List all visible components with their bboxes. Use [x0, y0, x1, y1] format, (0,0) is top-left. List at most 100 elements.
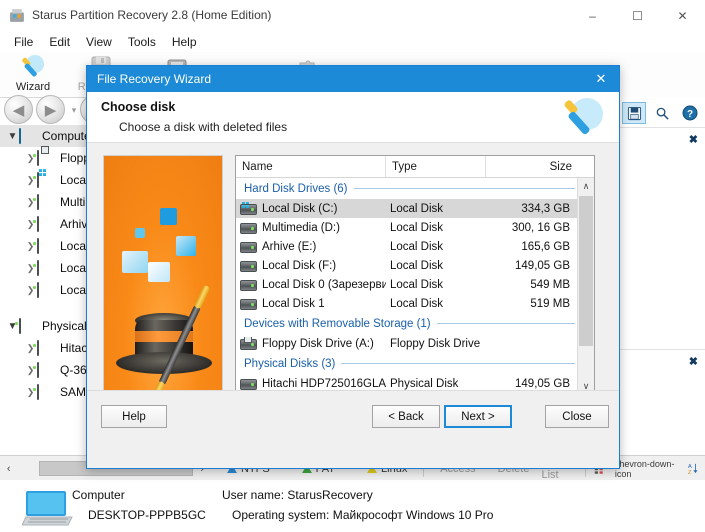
back-button[interactable]: < Back — [372, 405, 440, 428]
window-controls: – ☐ ✕ — [570, 0, 705, 31]
disk-icon — [240, 242, 257, 253]
search-icon-button[interactable] — [650, 102, 674, 124]
scrollbar-thumb[interactable] — [579, 196, 593, 346]
dialog-header: Choose disk Choose a disk with deleted f… — [87, 92, 619, 143]
help-button[interactable]: Help — [101, 405, 167, 428]
toolbar-label-wizard: Wizard — [15, 81, 51, 93]
column-header-type[interactable]: Type — [386, 156, 486, 177]
cell-name: Arhive (E:) — [262, 240, 317, 253]
magic-wand-icon — [22, 55, 44, 77]
cell-name: Local Disk (C:) — [262, 202, 338, 215]
scroll-up-icon[interactable]: ∧ — [578, 178, 594, 195]
minimize-button[interactable]: – — [570, 0, 615, 31]
cell-type: Local Disk — [390, 297, 444, 310]
table-row[interactable]: Local Disk 0 (Зарезервиро… Local Disk 54… — [236, 275, 594, 294]
tree-item-label: Local — [60, 173, 89, 187]
group-rule — [353, 188, 576, 189]
group-label: Physical Disks (3) — [244, 357, 336, 370]
dialog-footer: Help < Back Next > Close — [87, 390, 619, 443]
menu-item-view[interactable]: View — [78, 33, 120, 51]
nav-forward-button[interactable]: ▶ — [36, 95, 65, 124]
computer-icon — [19, 127, 37, 144]
cell-type: Local Disk — [390, 221, 444, 234]
disk-icon — [240, 280, 257, 291]
cell-name: Hitachi HDP725016GLA380 — [262, 377, 386, 390]
disk-icon — [37, 237, 55, 254]
cell-size: 549 MB — [530, 278, 570, 291]
cell-size: 149,05 GB — [515, 259, 570, 272]
expander-icon[interactable]: ▼ — [6, 131, 19, 142]
dialog-close-button[interactable]: ✕ — [583, 66, 619, 92]
nav-history-dropdown[interactable]: ▾ — [68, 105, 80, 117]
group-rule — [341, 363, 576, 364]
panel-close-icon-2[interactable]: ✖ — [689, 355, 698, 368]
close-button[interactable]: ✕ — [660, 0, 705, 31]
help-icon-button[interactable]: ? — [678, 102, 702, 124]
status-bar: Computer DESKTOP-PPPB5GC User name: Star… — [0, 480, 705, 532]
group-label: Hard Disk Drives (6) — [244, 182, 348, 195]
table-row[interactable]: Floppy Disk Drive (A:) Floppy Disk Drive — [236, 334, 594, 353]
cell-type: Local Disk — [390, 240, 444, 253]
nav-back-button[interactable]: ◀ — [4, 95, 33, 124]
puzzle-piece-icon — [160, 208, 177, 225]
disk-list-header: Name Type Size — [236, 156, 594, 178]
column-header-size[interactable]: Size — [486, 156, 578, 177]
top-hat-icon — [116, 284, 212, 394]
table-row[interactable]: Arhive (E:) Local Disk 165,6 GB — [236, 237, 594, 256]
svg-text:?: ? — [687, 109, 693, 120]
save-icon-button[interactable] — [622, 102, 646, 124]
dialog-close-action-button[interactable]: Close — [545, 405, 609, 428]
menu-item-tools[interactable]: Tools — [120, 33, 164, 51]
disk-list-body[interactable]: Hard Disk Drives (6) ∧ Local Disk (C:) L… — [236, 178, 594, 395]
cell-type: Floppy Disk Drive — [390, 337, 481, 350]
group-header-physical-disks[interactable]: Physical Disks (3) ∧ — [236, 353, 594, 374]
help-icon: ? — [682, 105, 698, 121]
vertical-scrollbar[interactable]: ∧ ∨ — [577, 178, 594, 395]
toolbar-button-wizard[interactable]: Wizard — [2, 54, 64, 96]
forward-arrow-icon: ▶ — [44, 101, 57, 119]
puzzle-piece-icon — [148, 262, 170, 282]
menu-item-file[interactable]: File — [6, 33, 41, 51]
cell-size: 300, 16 GB — [511, 221, 570, 234]
table-row[interactable]: Local Disk 1 Local Disk 519 MB — [236, 294, 594, 313]
application-window: Starus Partition Recovery 2.8 (Home Edit… — [0, 0, 705, 532]
menu-bar: File Edit View Tools Help — [0, 31, 705, 52]
table-row[interactable]: Multimedia (D:) Local Disk 300, 16 GB — [236, 218, 594, 237]
back-arrow-icon: ◀ — [12, 101, 25, 119]
menu-item-edit[interactable]: Edit — [41, 33, 78, 51]
panel-close-icon[interactable]: ✖ — [689, 133, 698, 146]
table-row[interactable]: Local Disk (F:) Local Disk 149,05 GB — [236, 256, 594, 275]
disk-icon — [37, 383, 55, 400]
column-header-name[interactable]: Name — [236, 156, 386, 177]
disk-icon — [240, 261, 257, 272]
magic-wand-icon — [564, 98, 603, 135]
windows-disk-icon — [240, 202, 257, 215]
cell-name: Floppy Disk Drive (A:) — [262, 337, 374, 350]
status-computer-label: Computer — [72, 488, 125, 502]
save-icon — [627, 106, 641, 120]
computer-icon — [22, 491, 73, 526]
menu-item-help[interactable]: Help — [164, 33, 205, 51]
maximize-button[interactable]: ☐ — [615, 0, 660, 31]
disk-icon — [240, 299, 257, 310]
disk-list[interactable]: Name Type Size Hard Disk Drives (6) ∧ Lo… — [235, 155, 595, 395]
cell-type: Local Disk — [390, 259, 444, 272]
cell-size: 519 MB — [530, 297, 570, 310]
group-header-hard-disk-drives[interactable]: Hard Disk Drives (6) ∧ — [236, 178, 594, 199]
group-label: Devices with Removable Storage (1) — [244, 317, 431, 330]
scroll-left-icon[interactable]: ‹ — [0, 463, 17, 475]
next-button[interactable]: Next > — [444, 405, 512, 428]
search-icon — [656, 107, 669, 120]
wizard-illustration — [103, 155, 223, 395]
disk-icon — [37, 281, 55, 298]
sort-az-icon[interactable]: A Z — [687, 461, 699, 476]
group-header-removable-storage[interactable]: Devices with Removable Storage (1) ∧ — [236, 313, 594, 334]
table-row[interactable]: Local Disk (C:) Local Disk 334,3 GB — [236, 199, 594, 218]
dialog-title: File Recovery Wizard — [97, 72, 212, 86]
status-machine-name: DESKTOP-PPPB5GC — [88, 508, 206, 522]
chevron-down-icon[interactable]: chevron-down-icon — [615, 459, 679, 479]
cell-type: Physical Disk — [390, 377, 459, 390]
cell-type: Local Disk — [390, 202, 444, 215]
disk-icon — [37, 193, 55, 210]
svg-text:Z: Z — [688, 470, 692, 476]
